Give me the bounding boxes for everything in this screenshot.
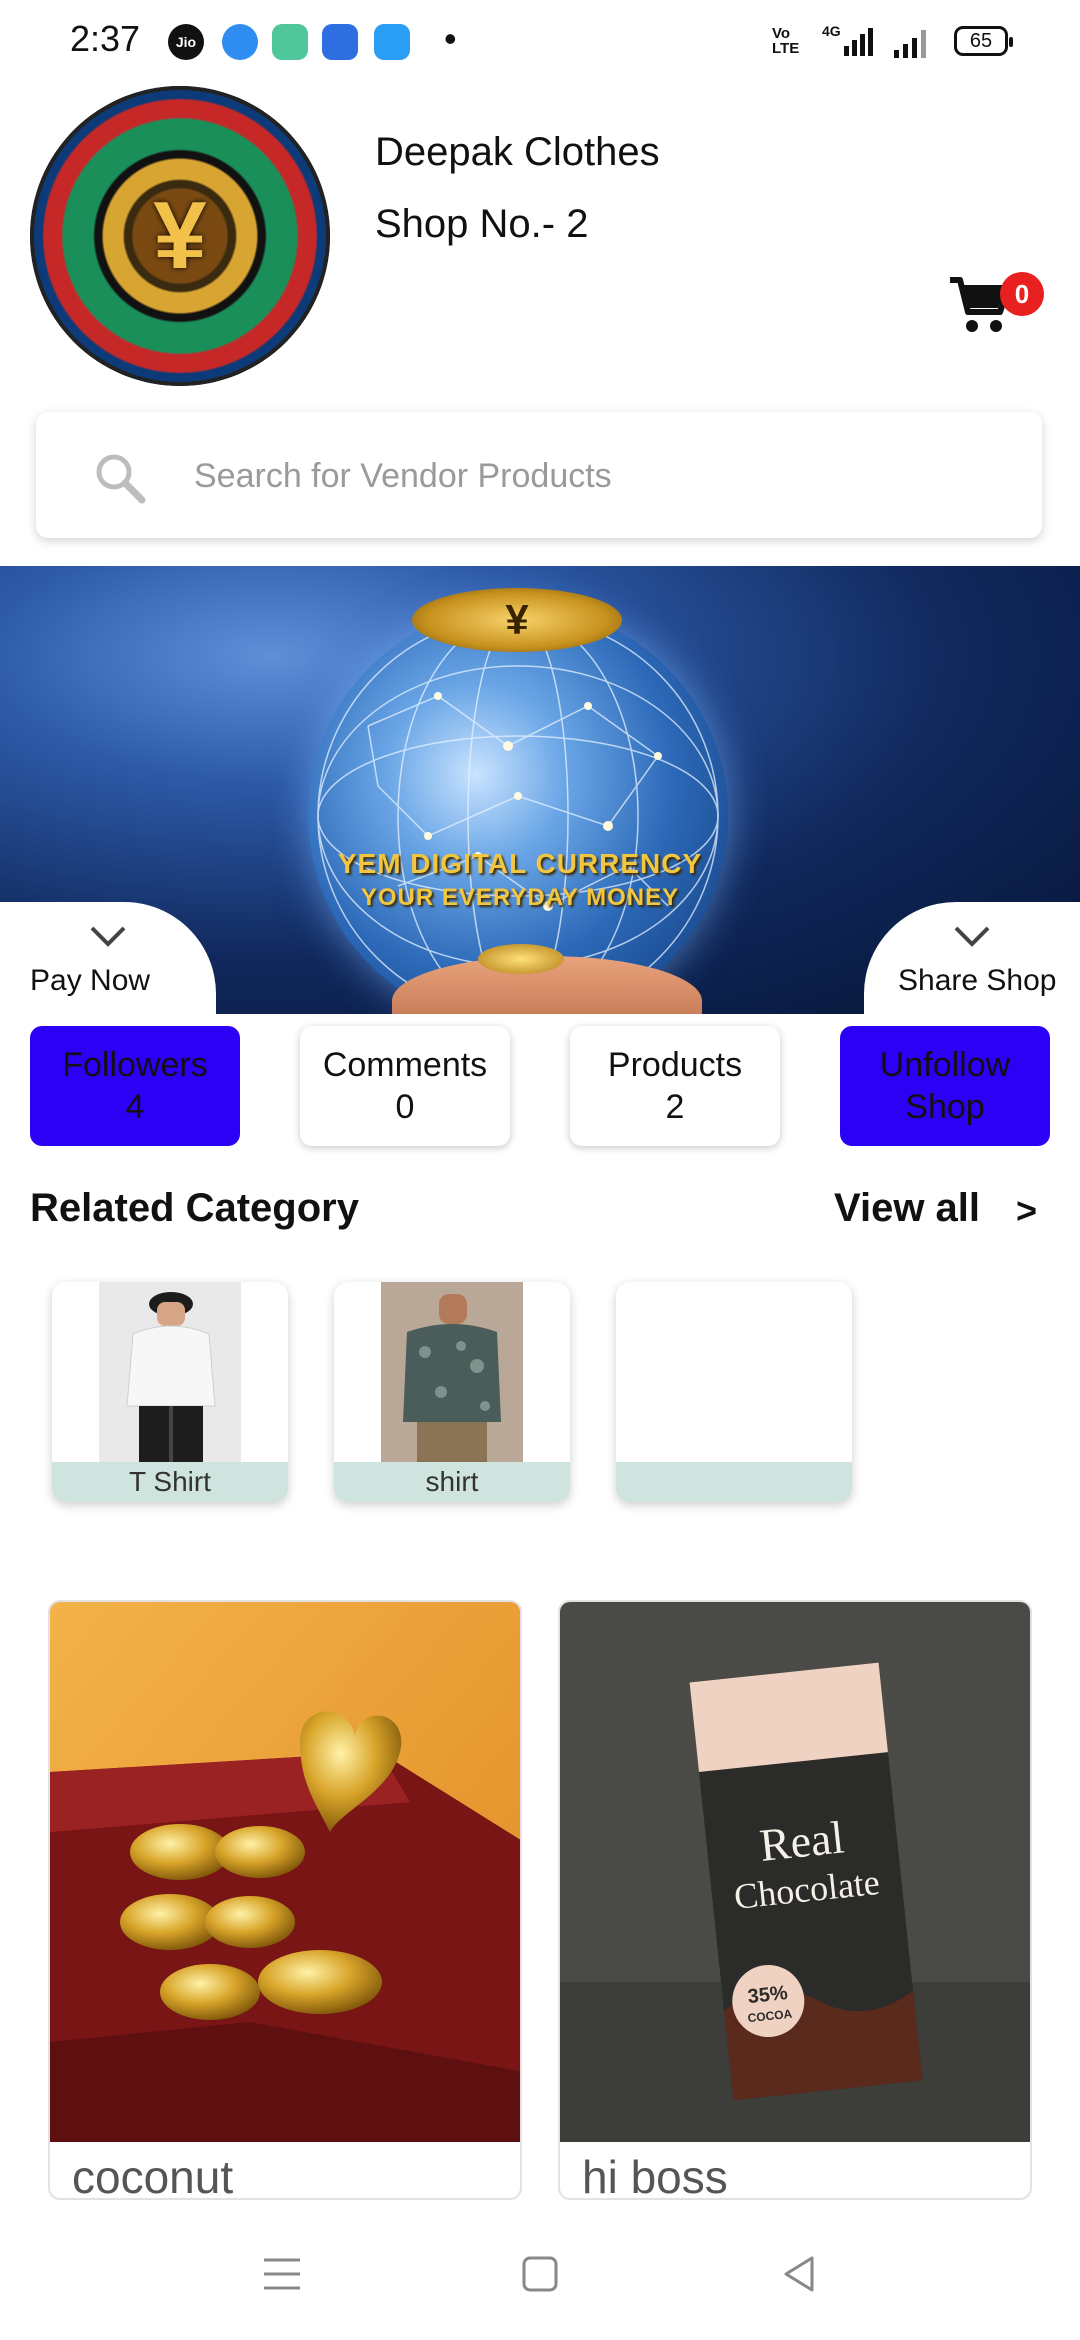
search-box[interactable] <box>36 412 1042 538</box>
chevron-down-icon <box>954 926 990 947</box>
shop-logo: ¥ <box>30 86 330 386</box>
cart-count-badge: 0 <box>1000 272 1044 316</box>
unfollow-shop-button[interactable]: Unfollow Shop <box>840 1026 1050 1146</box>
category-card-shirt[interactable]: shirt <box>334 1282 570 1502</box>
jio-icon: Jio <box>168 24 204 60</box>
yem-coin-graphic: ¥ <box>412 588 622 652</box>
payment-app-icon <box>374 24 410 60</box>
comments-label: Comments <box>322 1046 488 1084</box>
pay-now-label: Pay Now <box>30 964 151 997</box>
signal-4g-icon: 4G <box>822 23 873 56</box>
search-icon <box>96 454 146 504</box>
product-image-coconut <box>50 1602 520 2142</box>
status-bar: 2:37 Jio • Vo LTE 4G 65 <box>0 0 1080 84</box>
home-icon[interactable] <box>518 2252 562 2296</box>
products-button[interactable]: Products 2 <box>570 1026 780 1146</box>
menu-icon[interactable] <box>260 2252 304 2296</box>
badge-percent: 35% <box>747 1982 789 2008</box>
view-all-link[interactable]: View all <box>834 1186 980 1231</box>
system-nav-bar <box>0 2206 1080 2340</box>
view-all-arrow-icon[interactable]: > <box>1016 1190 1037 1232</box>
product-name: coconut <box>72 2151 234 2200</box>
unfollow-label-line2: Shop <box>905 1088 985 1126</box>
category-label: T Shirt <box>52 1462 288 1502</box>
status-time: 2:37 <box>70 18 141 59</box>
multitask-icon <box>322 24 358 60</box>
back-icon[interactable] <box>778 2252 822 2296</box>
product-image-hi-boss: Real Chocolate 35% COCOA <box>560 1602 1030 2142</box>
category-label: shirt <box>334 1462 570 1502</box>
package-text-1: Real <box>757 1811 846 1871</box>
calculator-icon <box>272 24 308 60</box>
related-category-title: Related Category <box>30 1186 359 1230</box>
product-name: hi boss <box>582 2151 728 2200</box>
products-label: Products <box>607 1046 743 1084</box>
signal-icon <box>894 30 926 58</box>
comments-count: 0 <box>395 1088 415 1126</box>
chevron-down-icon <box>90 926 126 947</box>
followers-button[interactable]: Followers 4 <box>30 1026 240 1146</box>
notification-dot: • <box>444 18 457 59</box>
app-notification-icon <box>222 24 258 60</box>
category-card-empty[interactable] <box>616 1282 852 1502</box>
network-label: 4G <box>822 23 841 39</box>
product-card-hi-boss[interactable]: Real Chocolate 35% COCOA hi boss <box>558 1600 1032 2200</box>
category-label <box>616 1462 852 1502</box>
unfollow-label-line1: Unfollow <box>879 1046 1011 1084</box>
logo-symbol: ¥ <box>153 182 207 289</box>
shop-number: Shop No.- 2 <box>375 202 589 246</box>
banner-title: YEM DIGITAL CURRENCY <box>337 848 703 879</box>
comments-button[interactable]: Comments 0 <box>300 1026 510 1146</box>
shop-name: Deepak Clothes <box>375 130 660 174</box>
share-shop-label: Share Shop <box>898 964 1057 997</box>
product-card-coconut[interactable]: coconut <box>48 1600 522 2200</box>
followers-count: 4 <box>125 1088 145 1126</box>
battery-icon: 65 <box>954 26 1013 56</box>
banner-subtitle: YOUR EVERYDAY MONEY <box>360 884 680 911</box>
tshirt-category-image <box>99 1282 241 1462</box>
hand-coin-graphic <box>478 944 564 974</box>
search-input[interactable] <box>192 442 1016 510</box>
products-count: 2 <box>665 1088 685 1126</box>
volte-icon: Vo LTE <box>772 25 800 57</box>
category-card-tshirt[interactable]: T Shirt <box>52 1282 288 1502</box>
followers-label: Followers <box>62 1046 208 1084</box>
shirt-category-image <box>381 1282 523 1462</box>
